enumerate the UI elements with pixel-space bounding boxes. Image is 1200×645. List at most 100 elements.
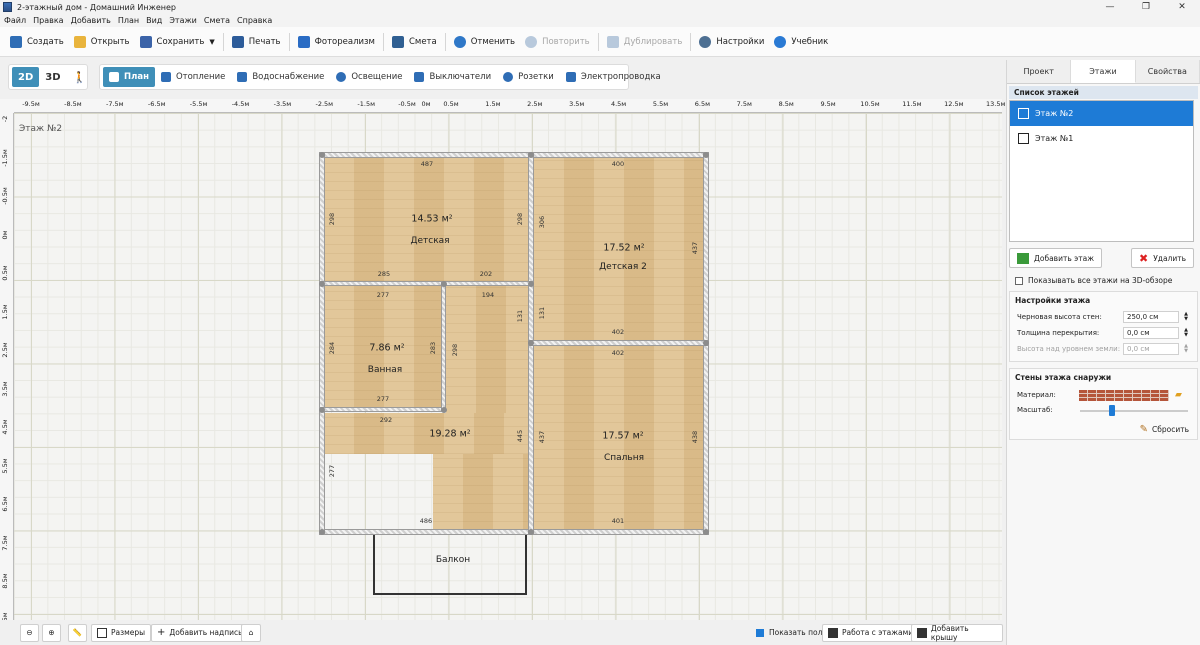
ruler-vertical: -2 -1.5м -0.5м 0м 0.5м 1.5м 2.5м 3.5м 4.5м 5.5м 6.… [0, 113, 14, 627]
menu-view[interactable]: Вид [146, 16, 162, 25]
dimension-label: 131 [538, 306, 546, 320]
slab-thickness-input[interactable]: 0,0 см [1123, 327, 1179, 339]
tab-lighting[interactable]: Освещение [330, 67, 408, 87]
stepper-icon[interactable]: ▲ ▼ [1182, 312, 1190, 322]
save-button[interactable]: Сохранить ▼ [135, 30, 220, 54]
menu-estimate[interactable]: Смета [204, 16, 230, 25]
dimension-label: 277 [328, 464, 336, 478]
undo-button[interactable]: Отменить [449, 30, 520, 54]
home-view-button[interactable]: ⌂ [241, 623, 261, 642]
folder-icon[interactable]: ▰ [1175, 390, 1182, 400]
view-3d-button[interactable]: 3D [39, 67, 66, 87]
add-floor-button[interactable]: Добавить этаж [1009, 248, 1102, 268]
ruler-tick-label: -5.5м [189, 100, 208, 108]
ruler-tool-button[interactable]: 📏 [68, 623, 87, 642]
wall[interactable] [319, 152, 325, 535]
ruler-tick-label: -4.5м [231, 100, 250, 108]
menu-file[interactable]: Файл [4, 16, 26, 25]
dimension-label: 437 [691, 241, 699, 255]
dimension-label: 277 [376, 291, 390, 299]
ruler-horizontal: -9.5м -8.5м -7.5м -6.5м -5.5м -4.5м -3.5м -2.5м… [14, 99, 1005, 113]
tab-floors[interactable]: Этажи [1071, 60, 1136, 83]
print-button[interactable]: Печать [227, 30, 286, 54]
zoom-in-button[interactable]: ⊕ [42, 623, 61, 642]
ruler-tick-label: -7.5м [106, 100, 124, 108]
tab-heating[interactable]: Отопление [155, 67, 231, 87]
wall[interactable] [319, 281, 534, 286]
reset-button[interactable]: ✎ Сбросить [1010, 418, 1197, 435]
list-item[interactable]: Этаж №2 [1010, 101, 1193, 126]
wall-node[interactable] [319, 281, 325, 287]
wall-node[interactable] [441, 281, 447, 287]
room-hall-lower[interactable] [324, 413, 530, 454]
plan-canvas[interactable]: Этаж №2 487 400 298 298 306 437 285 202 … [14, 113, 1002, 620]
room-name: Ванная [367, 365, 403, 375]
zoom-out-button[interactable]: ⊖ [20, 623, 39, 642]
floors-work-button[interactable]: Работа с этажами [822, 623, 920, 642]
wall-node[interactable] [528, 340, 534, 346]
menu-add[interactable]: Добавить [71, 16, 111, 25]
tab-plan[interactable]: План [103, 67, 155, 87]
slider-thumb[interactable] [1108, 405, 1115, 416]
chevron-down-icon[interactable]: ▼ [209, 38, 214, 46]
walk-mode-button[interactable]: 🚶 [67, 67, 93, 87]
list-item[interactable]: Этаж №1 [1010, 126, 1193, 151]
menu-floors[interactable]: Этажи [169, 16, 197, 25]
settings-button[interactable]: Настройки [694, 30, 769, 54]
material-swatch[interactable] [1079, 389, 1169, 401]
redo-button[interactable]: Повторить [520, 30, 595, 54]
tab-sockets[interactable]: Розетки [497, 67, 560, 87]
wall-node[interactable] [528, 529, 534, 535]
lightning-icon [565, 72, 576, 82]
wall-node[interactable] [703, 529, 709, 535]
tab-wiring[interactable]: Электропроводка [560, 67, 667, 87]
stepper-icon[interactable]: ▲ ▼ [1182, 344, 1190, 354]
checkbox-icon[interactable] [1015, 276, 1023, 285]
photoreal-button[interactable]: Фотореализм [293, 30, 380, 54]
show-all-floors-toggle[interactable]: Показывать все этажи на 3D-обзоре [1007, 268, 1200, 285]
minimize-button[interactable]: — [1092, 0, 1128, 14]
tab-project[interactable]: Проект [1007, 60, 1072, 83]
new-file-icon [10, 35, 22, 48]
balcony-outline[interactable] [373, 535, 527, 595]
ruler-icon: 📏 [72, 628, 83, 637]
wall-node[interactable] [528, 281, 534, 287]
wall-node[interactable] [528, 152, 534, 158]
stepper-icon[interactable]: ▲ ▼ [1182, 328, 1190, 338]
checkbox-checked-icon[interactable] [756, 628, 764, 637]
wall-node[interactable] [441, 407, 447, 413]
add-roof-button[interactable]: Добавить крышу [911, 623, 1003, 642]
wall-node[interactable] [319, 152, 325, 158]
open-button[interactable]: Открыть [69, 30, 135, 54]
wall-height-input[interactable]: 250,0 см [1123, 311, 1179, 323]
ground-height-input[interactable]: 0,0 см [1123, 343, 1179, 355]
tab-properties[interactable]: Свойства [1135, 60, 1200, 83]
wall-node[interactable] [703, 152, 709, 158]
wall-node[interactable] [319, 407, 325, 413]
add-label-button[interactable]: + Добавить надпись [151, 623, 249, 642]
show-floor-toggle[interactable]: Показать пол [756, 628, 822, 637]
tab-water[interactable]: Водоснабжение [231, 67, 330, 87]
wall[interactable] [319, 407, 446, 412]
wall[interactable] [319, 152, 709, 158]
duplicate-button[interactable]: Дублировать [602, 30, 688, 54]
sizes-button[interactable]: Размеры [91, 623, 152, 642]
wall-node[interactable] [703, 340, 709, 346]
estimate-button[interactable]: Смета [387, 30, 442, 54]
view-mode-bar: 2D 3D 🚶 [8, 64, 88, 90]
wall[interactable] [528, 340, 709, 346]
create-button[interactable]: Создать [5, 30, 69, 54]
scale-slider[interactable] [1080, 405, 1197, 418]
delete-floor-button[interactable]: ✖ Удалить [1130, 248, 1194, 268]
wall[interactable] [441, 281, 446, 412]
close-button[interactable]: ✕ [1164, 0, 1200, 14]
menu-help[interactable]: Справка [237, 16, 272, 25]
menu-edit[interactable]: Правка [33, 16, 63, 25]
menu-plan[interactable]: План [118, 16, 139, 25]
wall-node[interactable] [319, 529, 325, 535]
maximize-button[interactable]: ❐ [1128, 0, 1164, 14]
room-hall-corner[interactable] [433, 454, 530, 531]
tutorial-button[interactable]: Учебник [769, 30, 833, 54]
tab-switches[interactable]: Выключатели [408, 67, 497, 87]
view-2d-button[interactable]: 2D [12, 67, 40, 87]
